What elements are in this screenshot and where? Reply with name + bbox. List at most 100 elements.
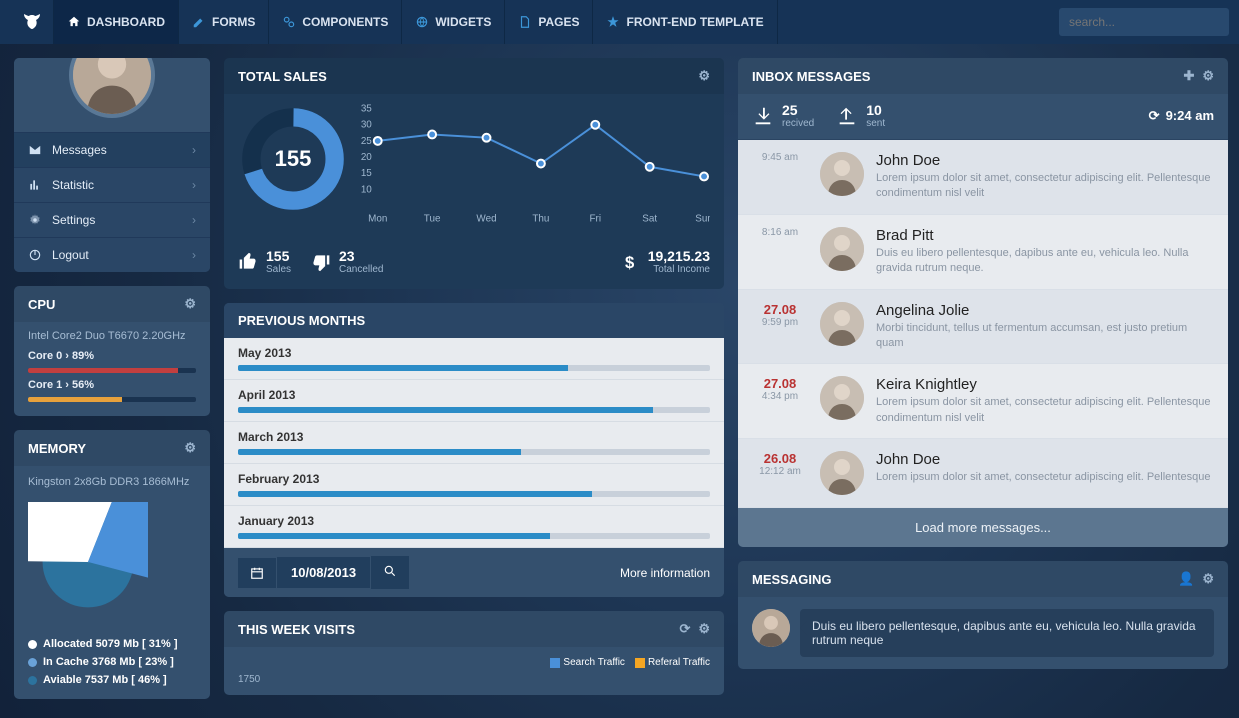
dollar-icon: $ — [620, 252, 640, 272]
gears-icon[interactable]: ⚙ — [184, 440, 196, 456]
inbox-message[interactable]: 27.084:34 pm Keira KnightleyLorem ipsum … — [738, 364, 1228, 439]
panel-title: TOTAL SALES — [238, 69, 327, 84]
ytick: 1750 — [238, 674, 710, 685]
inbox-panel: INBOX MESSAGES✚⚙ 25recived 10sent ⟳9:24 … — [738, 58, 1228, 547]
envelope-icon — [28, 143, 42, 157]
avatar — [820, 302, 864, 346]
month-row: February 2013 — [224, 464, 724, 506]
nav-frontend[interactable]: FRONT-END TEMPLATE — [593, 0, 777, 44]
gears-icon[interactable]: ⚙ — [698, 621, 710, 637]
top-nav: DASHBOARD FORMS COMPONENTS WIDGETS PAGES… — [0, 0, 1239, 44]
core-row: Core 1 › 56% — [28, 379, 196, 391]
cancel-stat: 23Cancelled — [311, 248, 383, 275]
nav-label: PAGES — [538, 15, 579, 29]
bubble-text: Duis eu libero pellentesque, dapibus ant… — [800, 609, 1214, 657]
svg-text:25: 25 — [361, 136, 372, 147]
mem-item: In Cache 3768 Mb [ 23% ] — [28, 653, 196, 671]
user-avatar[interactable] — [69, 58, 155, 118]
file-icon — [518, 15, 532, 29]
globe-icon — [415, 15, 429, 29]
stat-value: 23 — [339, 248, 355, 264]
nav-label: WIDGETS — [435, 15, 491, 29]
svg-text:Fri: Fri — [590, 213, 602, 224]
prev-months-panel: PREVIOUS MONTHS May 2013April 2013March … — [224, 303, 724, 597]
load-more-button[interactable]: Load more messages... — [738, 508, 1228, 547]
thumbs-up-icon — [238, 252, 258, 272]
stat-value: 25 — [782, 102, 798, 118]
menu-statistic[interactable]: Statistic› — [14, 167, 210, 202]
panel-title: PREVIOUS MONTHS — [238, 313, 365, 328]
donut-value: 155 — [275, 146, 312, 172]
menu-logout[interactable]: Logout› — [14, 237, 210, 272]
date-display: 10/08/2013 — [277, 557, 370, 588]
nav-label: DASHBOARD — [87, 15, 165, 29]
user-icon[interactable]: 👤 — [1178, 571, 1194, 587]
inbox-message[interactable]: 27.089:59 pm Angelina JolieMorbi tincidu… — [738, 290, 1228, 365]
panel-title: THIS WEEK VISITS — [238, 622, 355, 637]
chevron-right-icon: › — [192, 178, 196, 192]
panel-title: MEMORY — [28, 441, 86, 456]
nav-label: COMPONENTS — [302, 15, 388, 29]
logo[interactable] — [10, 0, 54, 44]
month-row: May 2013 — [224, 338, 724, 380]
search-input[interactable] — [1059, 8, 1229, 36]
gears-icon — [282, 15, 296, 29]
stat-label: sent — [866, 118, 885, 129]
gears-icon[interactable]: ⚙ — [698, 68, 710, 84]
sales-chart: 101520253035MonTueWedThuFriSatSun — [354, 104, 710, 224]
nav-components[interactable]: COMPONENTS — [269, 0, 402, 44]
home-icon — [67, 15, 81, 29]
more-info-link[interactable]: More information — [620, 566, 710, 580]
stat-value: 19,215.23 — [648, 248, 710, 264]
menu-settings[interactable]: Settings› — [14, 202, 210, 237]
refresh-icon[interactable]: ⟳ — [1149, 108, 1160, 124]
svg-text:Tue: Tue — [424, 213, 441, 224]
stat-label: Sales — [266, 264, 291, 275]
gears-icon[interactable]: ⚙ — [1202, 68, 1214, 84]
bull-icon — [20, 10, 44, 34]
nav-dashboard[interactable]: DASHBOARD — [54, 0, 179, 44]
svg-text:Mon: Mon — [368, 213, 387, 224]
avatar — [752, 609, 790, 647]
calendar-button[interactable] — [238, 558, 276, 588]
time-text: 9:24 am — [1166, 108, 1214, 123]
user-panel: 14 / 255Messages $549.44Balance Messages… — [14, 58, 210, 272]
inbox-time: ⟳ 9:24 am — [1149, 108, 1214, 124]
pencil-icon — [192, 15, 206, 29]
search-button[interactable] — [371, 556, 409, 589]
sent-stat: 10sent — [836, 102, 885, 129]
income-stat: $19,215.23Total Income — [620, 248, 710, 275]
inbox-message[interactable]: 8:16 am Brad PittDuis eu libero pellente… — [738, 215, 1228, 290]
calendar-icon — [250, 566, 264, 580]
panel-title: INBOX MESSAGES — [752, 69, 870, 84]
search-icon — [383, 564, 397, 578]
nav-widgets[interactable]: WIDGETS — [402, 0, 505, 44]
stat-label: Total Income — [648, 264, 710, 275]
star-icon — [606, 15, 620, 29]
mem-item: Allocated 5079 Mb [ 31% ] — [28, 635, 196, 653]
svg-text:10: 10 — [361, 184, 372, 195]
svg-text:Wed: Wed — [476, 213, 496, 224]
refresh-icon[interactable]: ⟳ — [679, 621, 690, 637]
svg-text:15: 15 — [361, 168, 372, 179]
sales-panel: TOTAL SALES⚙ 155 101520253035MonTueWedTh… — [224, 58, 724, 289]
inbox-message[interactable]: 9:45 am John DoeLorem ipsum dolor sit am… — [738, 140, 1228, 215]
menu-messages[interactable]: Messages› — [14, 132, 210, 167]
messaging-panel: MESSAGING👤⚙ Duis eu libero pellentesque,… — [738, 561, 1228, 669]
gears-icon[interactable]: ⚙ — [1202, 571, 1214, 587]
plus-icon[interactable]: ✚ — [1183, 68, 1194, 84]
cpu-desc: Intel Core2 Duo T6670 2.20GHz — [28, 330, 196, 342]
user-menu: Messages› Statistic› Settings› Logout› — [14, 132, 210, 272]
nav-forms[interactable]: FORMS — [179, 0, 269, 44]
sales-donut: 155 — [238, 104, 348, 214]
inbox-message[interactable]: 26.0812:12 am John DoeLorem ipsum dolor … — [738, 439, 1228, 508]
avatar — [820, 376, 864, 420]
month-row: January 2013 — [224, 506, 724, 548]
mem-desc: Kingston 2x8Gb DDR3 1866MHz — [28, 476, 196, 488]
nav-pages[interactable]: PAGES — [505, 0, 593, 44]
svg-text:Sat: Sat — [642, 213, 657, 224]
stat-value: 10 — [866, 102, 882, 118]
gears-icon[interactable]: ⚙ — [184, 296, 196, 312]
sales-stat: 155Sales — [238, 248, 291, 275]
avatar — [820, 152, 864, 196]
